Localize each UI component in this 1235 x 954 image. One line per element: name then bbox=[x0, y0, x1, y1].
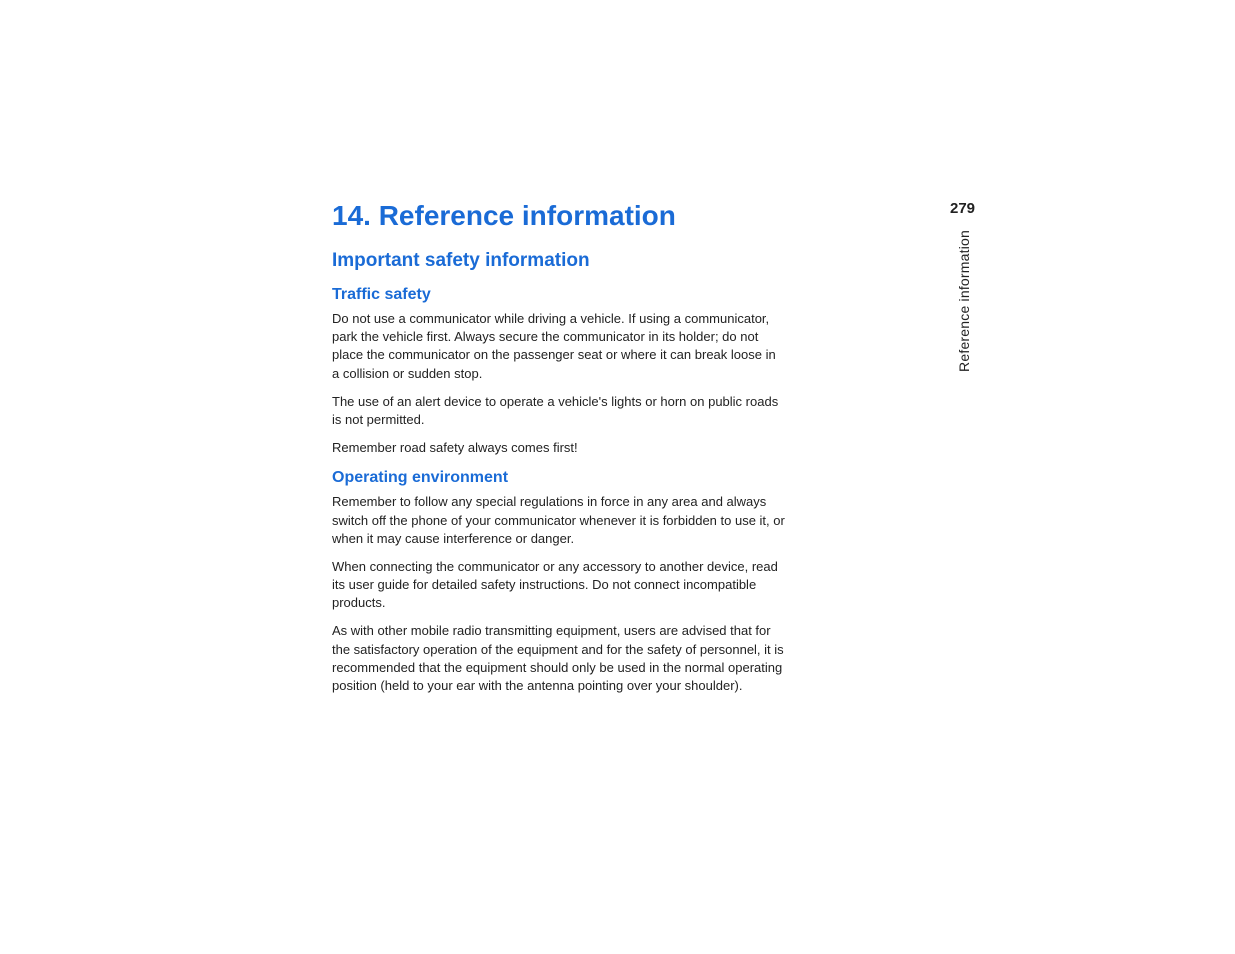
body-paragraph: Remember to follow any special regulatio… bbox=[332, 493, 786, 548]
body-paragraph: As with other mobile radio transmitting … bbox=[332, 622, 786, 695]
body-paragraph: Do not use a communicator while driving … bbox=[332, 310, 786, 383]
subsection-title-traffic-safety: Traffic safety bbox=[332, 286, 972, 304]
body-paragraph: When connecting the communicator or any … bbox=[332, 558, 786, 613]
page-content: 14. Reference information Important safe… bbox=[332, 200, 972, 705]
subsection-title-operating-environment: Operating environment bbox=[332, 469, 972, 487]
chapter-title: 14. Reference information bbox=[332, 200, 972, 232]
section-title: Important safety information bbox=[332, 250, 972, 272]
body-paragraph: Remember road safety always comes first! bbox=[332, 439, 786, 457]
body-paragraph: The use of an alert device to operate a … bbox=[332, 393, 786, 429]
